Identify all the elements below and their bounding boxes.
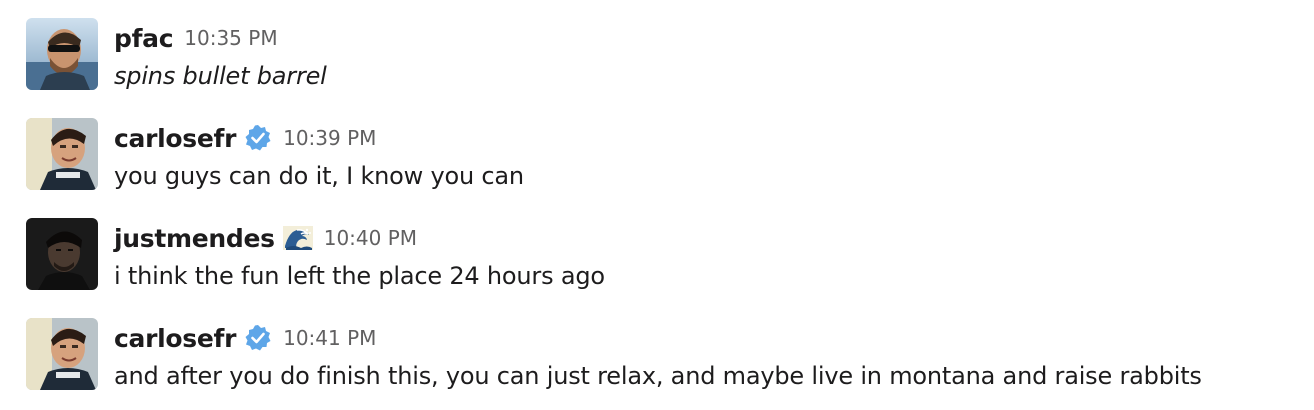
avatar[interactable] bbox=[26, 218, 98, 290]
verified-badge-icon bbox=[244, 124, 272, 152]
timestamp[interactable]: 10:40 PM bbox=[324, 226, 417, 250]
message-text: i think the fun left the place 24 hours … bbox=[114, 262, 605, 290]
avatar[interactable] bbox=[26, 118, 98, 190]
message-item: carlosefr 10:39 PM you guys can do it, I… bbox=[26, 118, 1306, 194]
message-text: you guys can do it, I know you can bbox=[114, 162, 524, 190]
message-text: spins bullet barrel bbox=[114, 62, 327, 90]
message-item: justmendes 10:40 PM i think the fun left… bbox=[26, 218, 1306, 294]
username[interactable]: carlosefr bbox=[114, 124, 236, 153]
username[interactable]: carlosefr bbox=[114, 324, 236, 353]
username[interactable]: justmendes bbox=[114, 224, 275, 253]
username[interactable]: pfac bbox=[114, 24, 174, 53]
timestamp[interactable]: 10:35 PM bbox=[184, 26, 277, 50]
wave-emoji-icon bbox=[282, 224, 313, 252]
message-item: carlosefr 10:41 PM and after you do fini… bbox=[26, 318, 1306, 394]
verified-badge-icon bbox=[244, 324, 272, 352]
avatar[interactable] bbox=[26, 318, 98, 390]
avatar[interactable] bbox=[26, 18, 98, 90]
timestamp[interactable]: 10:39 PM bbox=[283, 126, 376, 150]
message-item: pfac 10:35 PM spins bullet barrel bbox=[26, 18, 1306, 94]
timestamp[interactable]: 10:41 PM bbox=[283, 326, 376, 350]
message-text: and after you do finish this, you can ju… bbox=[114, 362, 1202, 390]
